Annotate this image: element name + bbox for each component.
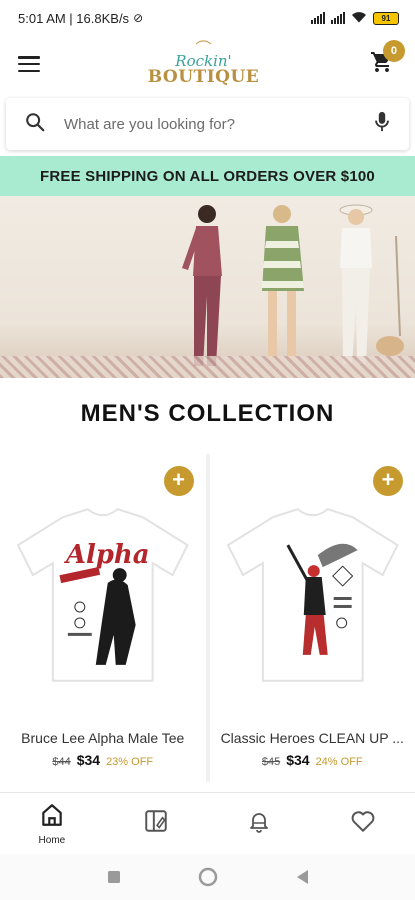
sale-price: $34	[76, 752, 101, 768]
signal-icon-2	[331, 12, 345, 24]
sale-price: $34	[286, 752, 310, 768]
wifi-icon	[351, 11, 367, 26]
product-grid: + Alpha Bruce Lee Alpha Male Tee $44 $34…	[0, 454, 415, 782]
tshirt-print-text: Alpha	[63, 540, 150, 570]
price-row: $44 $34 23% OFF	[8, 752, 198, 768]
app-header: ⌒ Rockin' BOUTIQUE 0	[0, 36, 415, 92]
system-navigation-bar	[0, 854, 415, 900]
status-right: 91	[311, 11, 399, 26]
back-button[interactable]	[290, 865, 314, 889]
categories-icon	[143, 808, 169, 839]
status-bar: 5:01 AM | 16.8KB/s ⊘ 91	[0, 0, 415, 36]
triangle-back-icon	[296, 870, 308, 884]
nav-categories[interactable]	[116, 808, 196, 839]
heart-icon	[350, 809, 376, 838]
logo-bottom-text: BOUTIQUE	[147, 67, 260, 87]
home-system-button[interactable]	[196, 865, 220, 889]
vpn-icon: ⊘	[133, 11, 144, 25]
product-card[interactable]: + Alpha Bruce Lee Alpha Male Tee $44 $34…	[0, 454, 206, 782]
search-icon[interactable]	[24, 111, 46, 138]
product-card[interactable]: + Classic Heroes CLEAN UP ... $45 $34 24…	[209, 454, 415, 782]
product-name[interactable]: Bruce Lee Alpha Male Tee	[8, 730, 198, 746]
microphone-icon[interactable]	[373, 111, 391, 138]
bell-icon	[247, 808, 271, 839]
cart-count-badge: 0	[382, 40, 405, 62]
status-left: 5:01 AM | 16.8KB/s ⊘	[18, 11, 143, 26]
add-to-cart-button[interactable]: +	[373, 466, 403, 496]
home-icon	[39, 802, 65, 833]
hamburger-menu-icon[interactable]	[18, 56, 40, 72]
original-price: $45	[261, 756, 281, 768]
battery-icon: 91	[373, 11, 399, 25]
hero-banner-image[interactable]	[0, 196, 415, 378]
search-bar	[6, 98, 409, 150]
square-icon	[107, 871, 120, 883]
product-image[interactable]	[218, 500, 408, 690]
discount-label: 24% OFF	[315, 756, 363, 768]
tshirt-image-alpha: Alpha	[16, 508, 189, 682]
add-to-cart-button[interactable]: +	[163, 466, 194, 496]
original-price: $44	[52, 756, 71, 768]
bottom-navigation: Home	[0, 792, 415, 854]
product-name[interactable]: Classic Heroes CLEAN UP ...	[218, 730, 408, 746]
recents-button[interactable]	[102, 865, 126, 889]
tshirt-image-classic-heroes	[226, 508, 399, 682]
discount-label: 23% OFF	[106, 756, 154, 768]
product-image[interactable]: Alpha	[8, 500, 198, 690]
price-row: $45 $34 24% OFF	[218, 752, 408, 768]
nav-home[interactable]: Home	[12, 802, 92, 846]
circle-icon	[198, 867, 217, 887]
cart-button[interactable]: 0	[367, 40, 405, 79]
nav-home-label: Home	[38, 834, 66, 846]
nav-wishlist[interactable]	[323, 809, 403, 838]
status-time-speed: 5:01 AM | 16.8KB/s	[18, 10, 130, 26]
brand-logo[interactable]: ⌒ Rockin' BOUTIQUE	[148, 42, 260, 86]
nav-notifications[interactable]	[219, 808, 299, 839]
section-title: MEN'S COLLECTION	[80, 400, 335, 427]
signal-icon	[311, 12, 325, 24]
free-shipping-banner[interactable]: FREE SHIPPING ON ALL ORDERS OVER $100	[0, 156, 415, 196]
hero-models-illustration	[182, 204, 404, 366]
search-input[interactable]	[64, 115, 373, 133]
hero-rug	[0, 356, 415, 378]
